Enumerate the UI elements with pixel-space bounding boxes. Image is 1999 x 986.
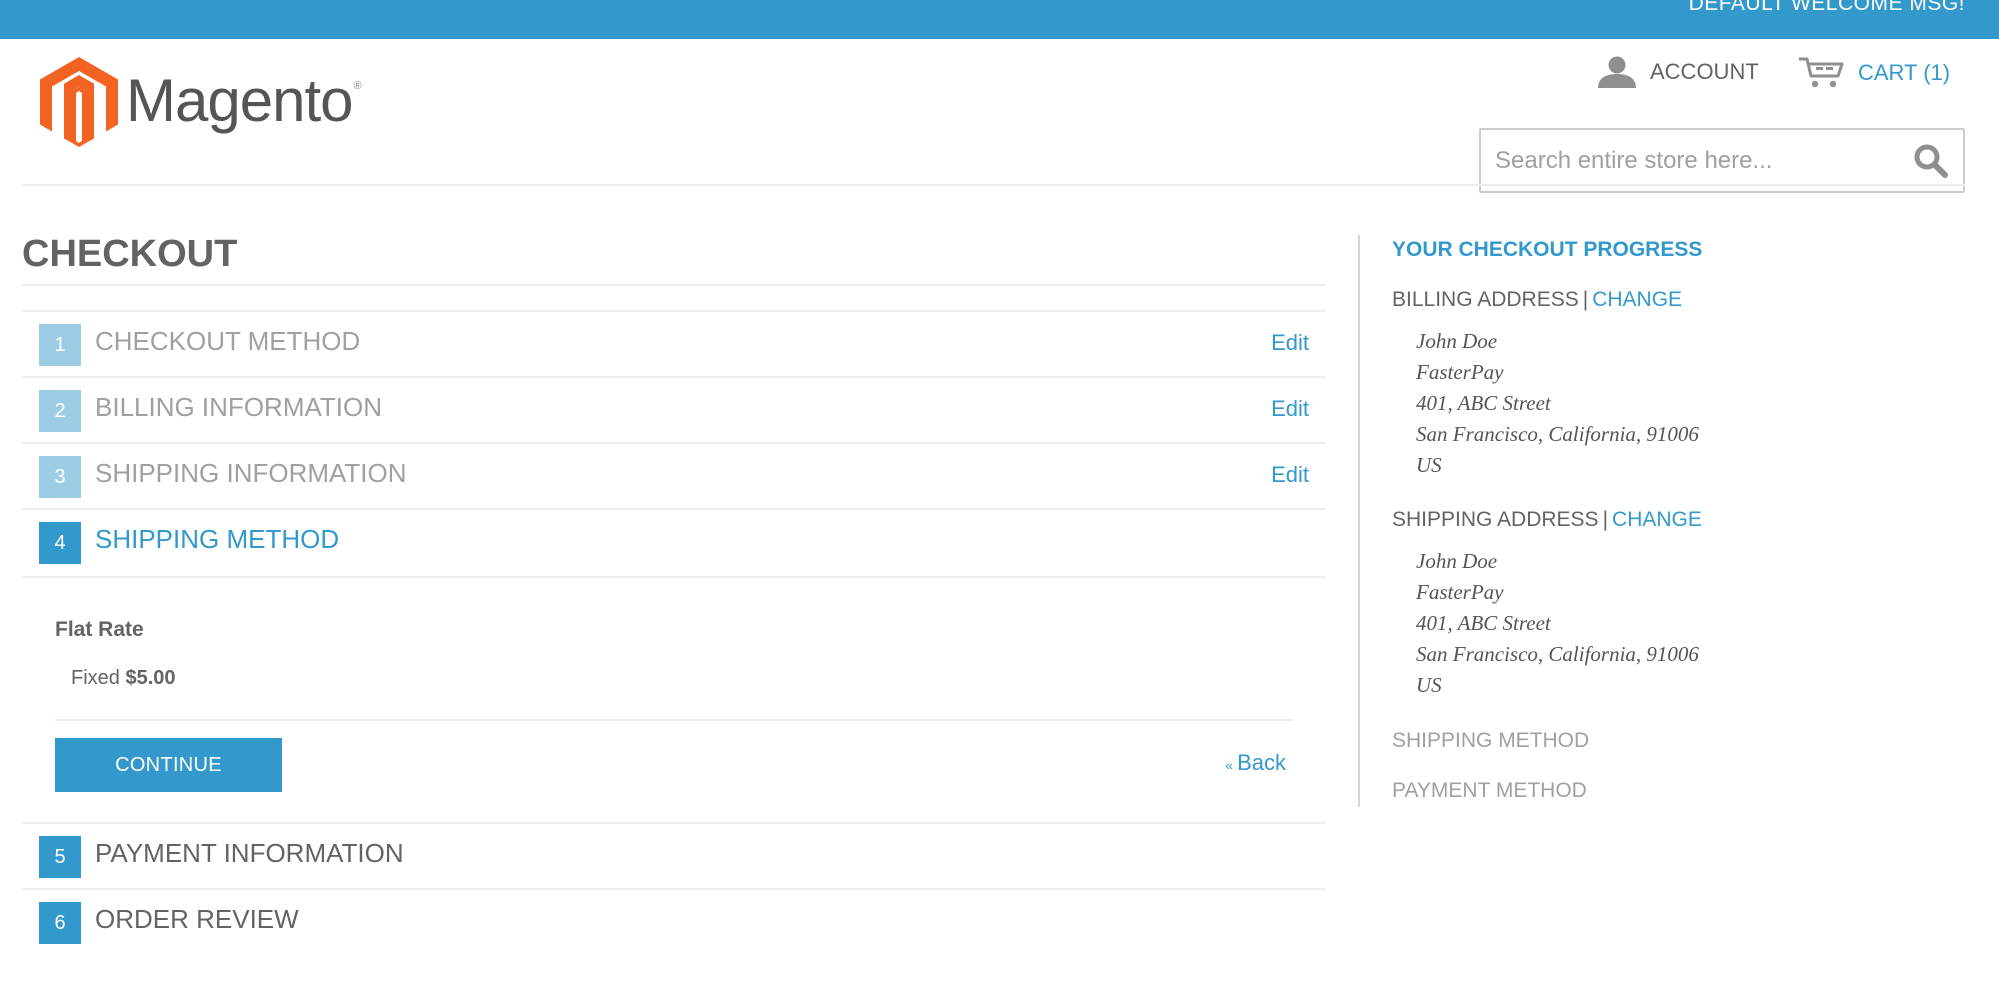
billing-change-link[interactable]: CHANGE	[1592, 288, 1682, 311]
progress-title: YOUR CHECKOUT PROGRESS	[1392, 238, 1703, 261]
cart-icon	[1799, 57, 1844, 88]
payment-method-heading: PAYMENT METHOD	[1392, 779, 1587, 802]
step-payment-information: 5 PAYMENT INFORMATION	[22, 822, 1326, 888]
address-line: US	[1416, 673, 1442, 697]
address-line: San Francisco, California, 91006	[1416, 642, 1699, 666]
cart-link[interactable]: CART (1)	[1798, 56, 1950, 90]
step-title: PAYMENT INFORMATION	[95, 838, 404, 868]
step-number: 3	[39, 456, 81, 498]
store-logo[interactable]: Magento ®	[40, 57, 362, 147]
header-divider	[22, 184, 1965, 186]
back-arrow-icon: «	[1225, 757, 1234, 773]
continue-button[interactable]: CONTINUE	[55, 738, 282, 792]
step-order-review: 6 ORDER REVIEW	[22, 888, 1326, 954]
step-number: 1	[39, 324, 81, 366]
shipping-carrier-name: Flat Rate	[55, 618, 144, 641]
logo-registered-mark: ®	[353, 80, 362, 92]
step-billing-information[interactable]: 2 BILLING INFORMATION Edit	[22, 376, 1326, 442]
edit-link[interactable]: Edit	[1271, 396, 1309, 422]
step-title: SHIPPING INFORMATION	[95, 458, 407, 488]
sidebar-divider	[1358, 235, 1360, 807]
billing-address-label: BILLING ADDRESS	[1392, 288, 1579, 311]
step-title: BILLING INFORMATION	[95, 392, 382, 422]
address-line: US	[1416, 453, 1442, 477]
address-line: FasterPay	[1416, 580, 1504, 604]
address-line: 401, ABC Street	[1416, 611, 1551, 635]
title-divider	[22, 284, 1326, 286]
address-line: John Doe	[1416, 329, 1498, 353]
welcome-message: DEFAULT WELCOME MSG!	[1688, 0, 1965, 15]
cart-label: CART (1)	[1858, 60, 1951, 85]
step-number: 2	[39, 390, 81, 432]
separator: |	[1582, 288, 1589, 311]
shipping-rate: Fixed $5.00	[71, 667, 176, 690]
step-number: 4	[39, 522, 81, 564]
step-title: CHECKOUT METHOD	[95, 326, 361, 356]
user-icon	[1598, 56, 1636, 88]
shipping-address-heading: SHIPPING ADDRESS | CHANGE	[1392, 508, 1702, 532]
logo-wordmark: Magento	[126, 66, 353, 134]
edit-link[interactable]: Edit	[1271, 462, 1309, 488]
shipping-rate-label: Fixed	[71, 667, 120, 689]
shipping-address-label: SHIPPING ADDRESS	[1392, 508, 1599, 531]
panel-divider	[55, 719, 1293, 721]
step-shipping-information[interactable]: 3 SHIPPING INFORMATION Edit	[22, 442, 1326, 508]
search-input[interactable]	[1481, 130, 1881, 191]
billing-address-heading: BILLING ADDRESS | CHANGE	[1392, 288, 1682, 312]
account-label: ACCOUNT	[1650, 59, 1759, 84]
shipping-rate-price: $5.00	[125, 667, 176, 689]
step-number: 6	[39, 902, 81, 944]
address-line: FasterPay	[1416, 360, 1504, 384]
shipping-change-link[interactable]: CHANGE	[1612, 508, 1702, 531]
address-line: San Francisco, California, 91006	[1416, 422, 1699, 446]
magento-logo-icon	[40, 57, 118, 147]
billing-address: John Doe FasterPay 401, ABC Street San F…	[1416, 326, 1699, 481]
account-link[interactable]: ACCOUNT	[1598, 56, 1759, 88]
page-title: CHECKOUT	[22, 233, 238, 275]
separator: |	[1602, 508, 1609, 531]
step-number: 5	[39, 836, 81, 878]
shipping-method-panel: Flat Rate Fixed $5.00 CONTINUE «Back	[22, 576, 1326, 822]
shipping-method-heading: SHIPPING METHOD	[1392, 729, 1590, 752]
back-label: Back	[1237, 750, 1286, 775]
address-line: John Doe	[1416, 549, 1498, 573]
shipping-address: John Doe FasterPay 401, ABC Street San F…	[1416, 546, 1699, 701]
step-shipping-method: 4 SHIPPING METHOD	[22, 508, 1326, 574]
back-link[interactable]: «Back	[1225, 750, 1286, 776]
step-checkout-method[interactable]: 1 CHECKOUT METHOD Edit	[22, 310, 1326, 376]
address-line: 401, ABC Street	[1416, 391, 1551, 415]
step-title: ORDER REVIEW	[95, 904, 299, 934]
search-button[interactable]	[1913, 143, 1949, 179]
search-icon	[1914, 144, 1948, 178]
step-title: SHIPPING METHOD	[95, 524, 340, 554]
edit-link[interactable]: Edit	[1271, 330, 1309, 356]
top-bar: DEFAULT WELCOME MSG!	[0, 0, 1999, 39]
